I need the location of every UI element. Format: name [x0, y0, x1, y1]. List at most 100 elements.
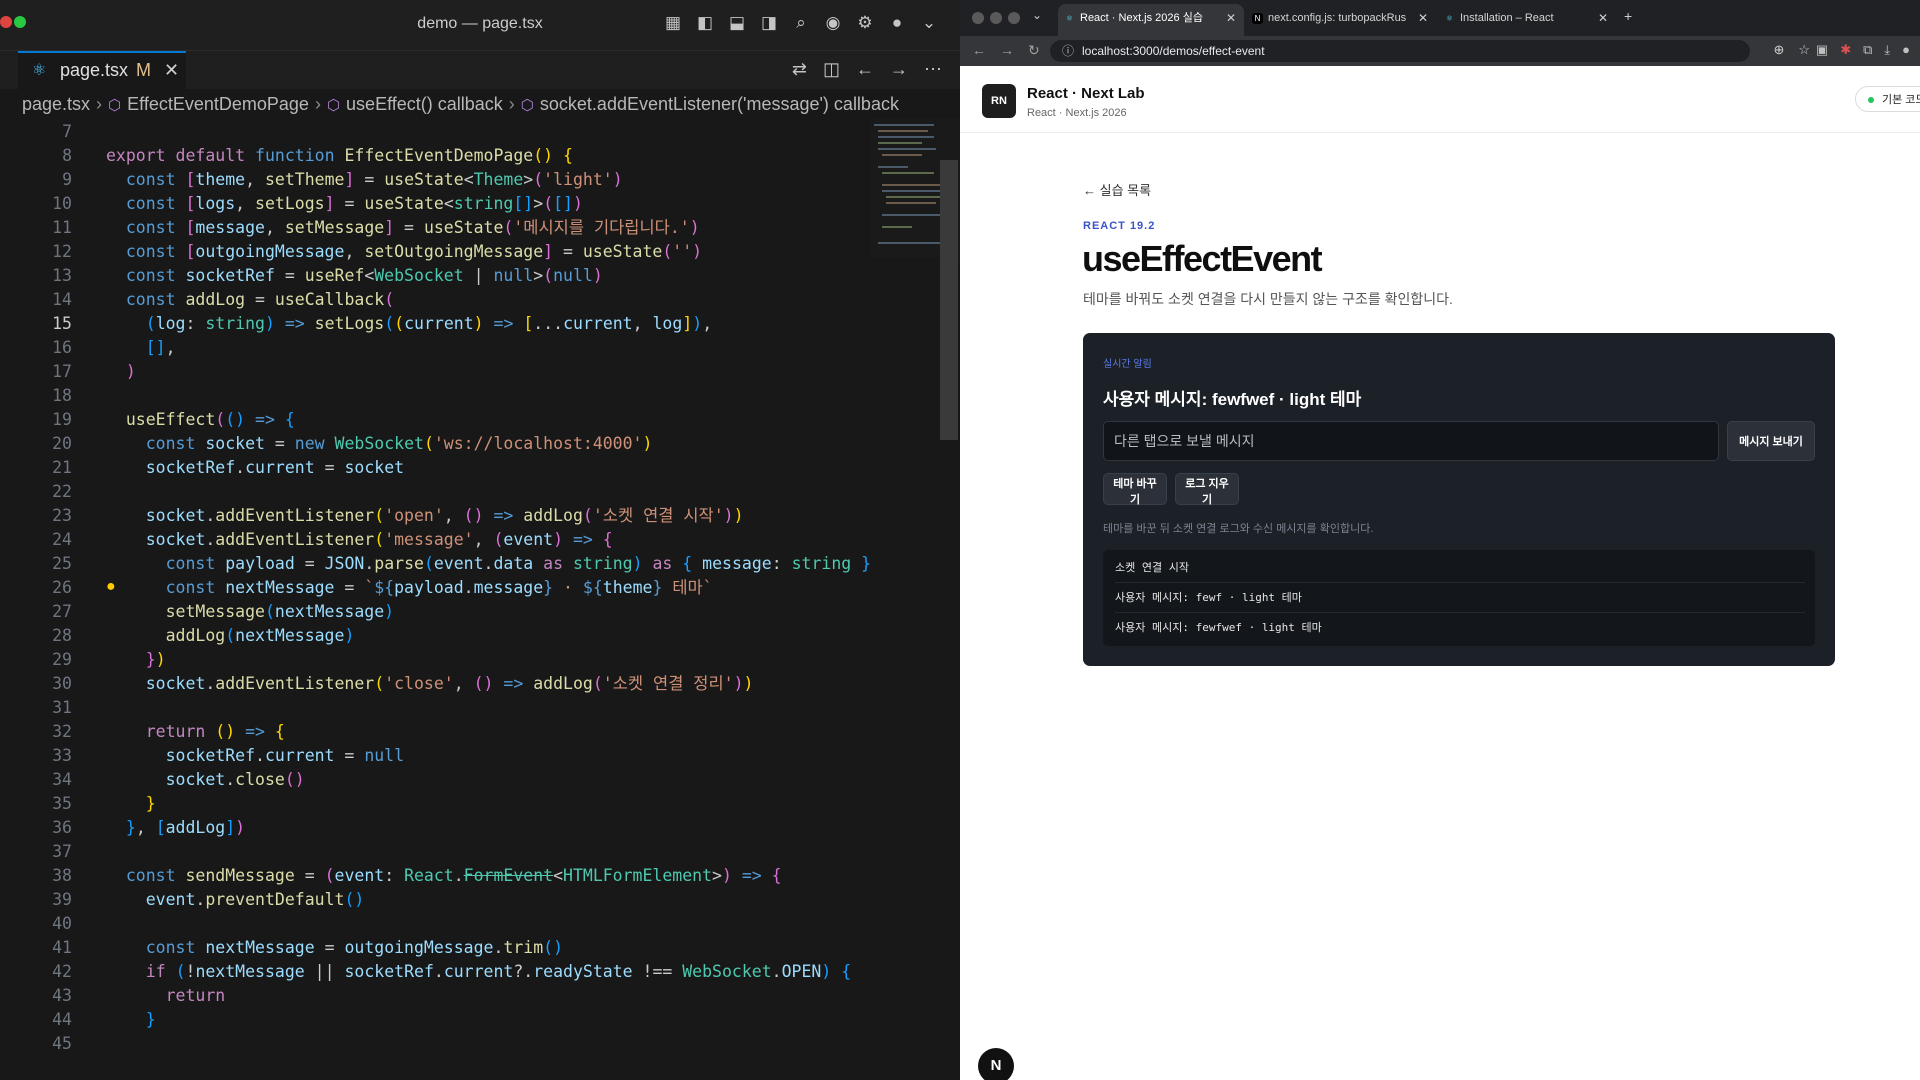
breadcrumb-function[interactable]: EffectEventDemoPage — [127, 94, 309, 114]
back-icon[interactable]: ← — [972, 42, 986, 59]
code-line[interactable]: 23 socket.addEventListener('open', () =>… — [0, 504, 870, 528]
realtime-panel: 실시간 알림 사용자 메시지: fewfwef · light 테마 메시지 보… — [1083, 333, 1835, 666]
code-text: const [logs, setLogs] = useState<string[… — [125, 194, 583, 213]
close-tab-icon[interactable]: ✕ — [1598, 4, 1608, 32]
code-line[interactable]: 12 const [outgoingMessage, setOutgoingMe… — [0, 240, 870, 264]
code-line[interactable]: 11 const [message, setMessage] = useStat… — [0, 216, 870, 240]
code-line[interactable]: 18 — [0, 384, 870, 408]
code-line[interactable]: 9 const [theme, setTheme] = useState<The… — [0, 168, 870, 192]
code-line[interactable]: 33 socketRef.current = null — [0, 744, 870, 768]
line-number: 34 — [52, 770, 72, 789]
clear-logs-button[interactable]: 로그 지우기 — [1175, 473, 1239, 506]
toggle-panel-icon[interactable]: ⬓ — [726, 12, 748, 34]
mode-toggle-pill[interactable]: 기본 코드 — [1855, 86, 1920, 112]
back-to-list-link[interactable]: ← 실습 목록 — [1083, 180, 1151, 199]
new-tab-icon[interactable]: + — [1624, 8, 1632, 24]
editor-scrollbar[interactable] — [940, 160, 958, 440]
code-line[interactable]: 40 — [0, 912, 870, 936]
puzzle-icon[interactable]: ⧉ — [1863, 42, 1872, 58]
code-line[interactable]: 7 — [0, 120, 870, 144]
account-icon[interactable]: ● — [886, 12, 908, 34]
zoom-window-button[interactable] — [1008, 12, 1020, 24]
chrome-icon[interactable]: ◉ — [822, 12, 844, 34]
code-area[interactable]: 7 8 export default function EffectEventDem… — [0, 118, 870, 1080]
code-line[interactable]: 31 — [0, 696, 870, 720]
nextjs-dev-badge[interactable]: N — [978, 1048, 1014, 1080]
more-actions-icon[interactable]: ⋯ — [924, 59, 942, 80]
reload-icon[interactable]: ↻ — [1028, 42, 1040, 59]
close-tab-icon[interactable]: ✕ — [1226, 4, 1236, 32]
extension-icon[interactable]: ✱ — [1840, 42, 1851, 58]
code-line[interactable]: 14 const addLog = useCallback( — [0, 288, 870, 312]
toggle-theme-button[interactable]: 테마 바꾸기 — [1103, 473, 1167, 506]
close-tab-icon[interactable]: ✕ — [1417, 4, 1428, 32]
breadcrumb-effect[interactable]: useEffect() callback — [346, 94, 503, 114]
code-line[interactable]: 41 const nextMessage = outgoingMessage.t… — [0, 936, 870, 960]
code-line[interactable]: 10 const [logs, setLogs] = useState<stri… — [0, 192, 870, 216]
toggle-sidebar-icon[interactable]: ◧ — [694, 12, 716, 34]
message-input[interactable] — [1103, 421, 1719, 461]
gear-icon[interactable]: ⚙ — [854, 12, 876, 34]
split-editor-icon[interactable]: ◫ — [823, 59, 840, 80]
compare-changes-icon[interactable]: ⇄ — [792, 59, 807, 80]
code-line[interactable]: 22 — [0, 480, 870, 504]
site-logo[interactable]: RN — [982, 84, 1016, 118]
go-forward-icon[interactable]: → — [890, 59, 908, 80]
lightbulb-icon[interactable]: ● — [106, 578, 116, 596]
code-line[interactable]: 38 const sendMessage = (event: React.For… — [0, 864, 870, 888]
code-line[interactable]: 34 socket.close() — [0, 768, 870, 792]
tab-page-tsx[interactable]: ⚛ page.tsx M ✕ — [18, 51, 186, 89]
code-text: export default function EffectEventDemoP… — [106, 146, 573, 165]
close-window-button[interactable] — [972, 12, 984, 24]
code-line[interactable]: 19 useEffect(() => { — [0, 408, 870, 432]
address-bar[interactable]: ⓘ localhost:3000/demos/effect-event — [1050, 40, 1750, 62]
code-line[interactable]: 24 socket.addEventListener('message', (e… — [0, 528, 870, 552]
download-icon[interactable]: ⤓ — [1884, 42, 1890, 58]
browser-tab[interactable]: N next.config.js: turbopackRus ✕ — [1246, 4, 1436, 36]
code-line[interactable]: 43 return — [0, 984, 870, 1008]
breadcrumb-file[interactable]: page.tsx — [22, 94, 90, 114]
forward-icon[interactable]: → — [1000, 42, 1014, 59]
browser-tab[interactable]: ⚛ Installation – React ✕ — [1438, 4, 1616, 36]
code-line[interactable]: 25 const payload = JSON.parse(event.data… — [0, 552, 870, 576]
site-info-icon[interactable]: ⓘ — [1062, 40, 1074, 62]
code-line[interactable]: 26 const nextMessage = `${payload.messag… — [0, 576, 870, 600]
code-line[interactable]: 29 }) — [0, 648, 870, 672]
toggle-secondary-sidebar-icon[interactable]: ◨ — [758, 12, 780, 34]
code-line[interactable]: 32 return () => { — [0, 720, 870, 744]
code-line[interactable]: 39 event.preventDefault() — [0, 888, 870, 912]
line-number: 45 — [52, 1034, 72, 1053]
log-list: 소켓 연결 시작 사용자 메시지: fewf · light 테마 사용자 메시… — [1103, 550, 1815, 646]
search-icon[interactable]: ⌕ — [790, 12, 812, 34]
code-line[interactable]: 28 addLog(nextMessage) — [0, 624, 870, 648]
code-text: ) — [125, 362, 136, 381]
code-line[interactable]: 35 } — [0, 792, 870, 816]
code-line[interactable]: 44 } — [0, 1008, 870, 1032]
go-back-icon[interactable]: ← — [856, 59, 874, 80]
close-tab-icon[interactable]: ✕ — [164, 53, 179, 87]
code-line[interactable]: 15 (log: string) => setLogs((current) =>… — [0, 312, 870, 336]
profile-icon[interactable]: ● — [1902, 42, 1910, 58]
code-line[interactable]: 13 const socketRef = useRef<WebSocket | … — [0, 264, 870, 288]
browser-tab-active[interactable]: ⚛ React · Next.js 2026 실습 ✕ — [1058, 4, 1244, 36]
breadcrumb-callback[interactable]: socket.addEventListener('message') callb… — [540, 94, 899, 114]
code-line[interactable]: 36 }, [addLog]) — [0, 816, 870, 840]
code-line[interactable]: 16 [], — [0, 336, 870, 360]
code-line[interactable]: 42 if (!nextMessage || socketRef.current… — [0, 960, 870, 984]
code-line[interactable]: 20 const socket = new WebSocket('ws://lo… — [0, 432, 870, 456]
code-line[interactable]: 30 socket.addEventListener('close', () =… — [0, 672, 870, 696]
code-line[interactable]: 37 — [0, 840, 870, 864]
bookmark-star-icon[interactable]: ☆ — [1798, 42, 1810, 58]
tab-search-icon[interactable]: ⌄ — [1032, 8, 1042, 22]
code-line[interactable]: 27 setMessage(nextMessage) — [0, 600, 870, 624]
extension-icon[interactable]: ▣ — [1816, 42, 1828, 58]
layout-grid-icon[interactable]: ▦ — [662, 12, 684, 34]
code-line[interactable]: 8 export default function EffectEventDemo… — [0, 144, 870, 168]
zoom-icon[interactable]: ⊕ — [1773, 42, 1784, 58]
code-line[interactable]: 45 — [0, 1032, 870, 1056]
chevron-down-icon[interactable]: ⌄ — [918, 12, 940, 34]
code-line[interactable]: 21 socketRef.current = socket — [0, 456, 870, 480]
send-message-button[interactable]: 메시지 보내기 — [1727, 421, 1815, 461]
minimize-window-button[interactable] — [990, 12, 1002, 24]
code-line[interactable]: 17 ) — [0, 360, 870, 384]
